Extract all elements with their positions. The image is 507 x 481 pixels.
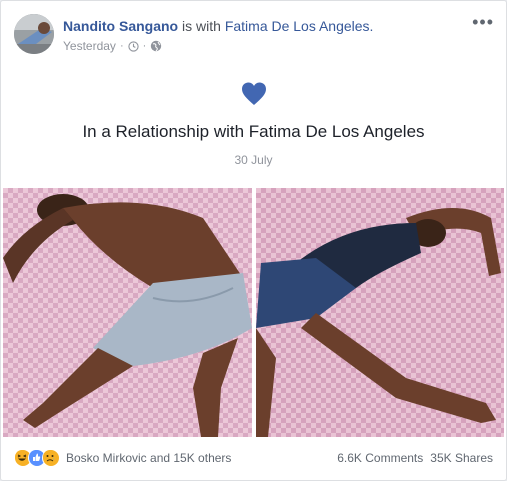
post-header: Nandito Sangano is with Fatima De Los An… <box>1 1 506 65</box>
post-footer: Bosko Mirkovic and 15K others 6.6K Comme… <box>1 443 506 473</box>
heart-icon <box>242 82 266 105</box>
engagement-counts: 6.6K Comments 35K Shares <box>337 451 493 465</box>
tagged-name[interactable]: Fatima De Los Angeles. <box>225 18 374 34</box>
life-event-title[interactable]: In a Relationship with Fatima De Los Ang… <box>1 122 506 142</box>
more-options-button[interactable]: ••• <box>472 13 494 31</box>
photo-left[interactable] <box>3 188 252 437</box>
reactions-summary[interactable]: Bosko Mirkovic and 15K others <box>14 449 231 467</box>
timestamp[interactable]: Yesterday <box>63 39 116 53</box>
author-line: Nandito Sangano is with Fatima De Los An… <box>63 18 373 34</box>
post-card: Nandito Sangano is with Fatima De Los An… <box>0 0 507 481</box>
life-event-date: 30 July <box>234 153 273 167</box>
avatar[interactable] <box>14 14 54 54</box>
photo-left-image <box>3 188 252 437</box>
avatar-image <box>14 14 54 54</box>
photo-right[interactable] <box>256 188 504 437</box>
sad-icon <box>42 449 60 467</box>
clock-icon <box>127 40 139 52</box>
shares-count[interactable]: 35K Shares <box>430 451 493 465</box>
reaction-names[interactable]: Bosko Mirkovic and 15K others <box>66 451 231 465</box>
author-name[interactable]: Nandito Sangano <box>63 18 178 34</box>
comments-count[interactable]: 6.6K Comments <box>337 451 423 465</box>
meta-separator-2: · <box>142 40 147 52</box>
globe-icon[interactable] <box>150 40 162 52</box>
post-meta: Yesterday · · <box>63 39 162 53</box>
with-text: is with <box>182 18 221 34</box>
photo-right-image <box>256 188 504 437</box>
meta-separator: · <box>119 40 124 52</box>
